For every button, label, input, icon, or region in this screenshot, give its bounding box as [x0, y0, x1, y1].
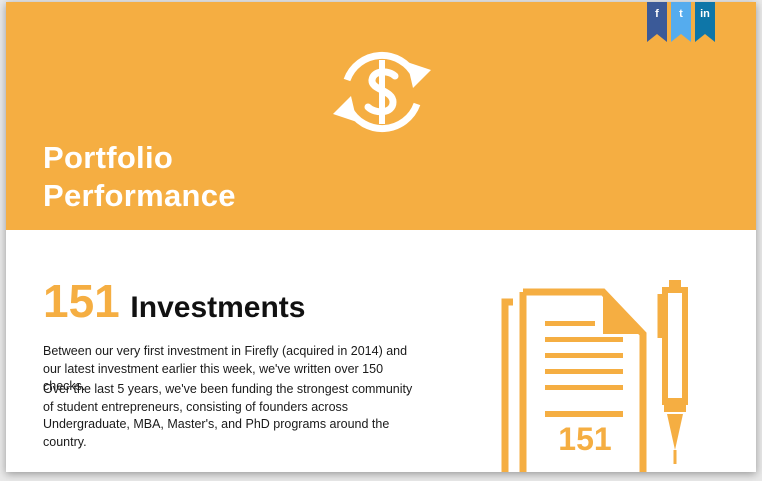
- twitter-share-button[interactable]: t: [671, 2, 691, 42]
- page-title-line-1: Portfolio: [43, 140, 174, 175]
- dollar-cycle-icon: [333, 51, 431, 133]
- document-number: 151: [558, 421, 611, 457]
- linkedin-share-button[interactable]: in: [695, 2, 715, 42]
- page-title-line-2: Performance: [43, 178, 236, 213]
- document-pen-icon: 151: [501, 280, 688, 472]
- linkedin-icon: in: [700, 8, 710, 20]
- facebook-share-button[interactable]: f: [647, 2, 667, 42]
- investment-count: 151: [43, 275, 120, 327]
- page: Portfolio Performance f t in 151 Investm…: [6, 2, 756, 472]
- investments-paragraph-2: Over the last 5 years, we've been fundin…: [43, 382, 413, 449]
- investments-heading: 151 Investments: [43, 276, 306, 333]
- page-title: Portfolio Performance: [43, 139, 236, 215]
- twitter-icon: t: [679, 8, 683, 20]
- facebook-icon: f: [655, 8, 659, 20]
- investments-title: Investments: [130, 291, 306, 324]
- hero-banner: Portfolio Performance f t in: [6, 2, 756, 230]
